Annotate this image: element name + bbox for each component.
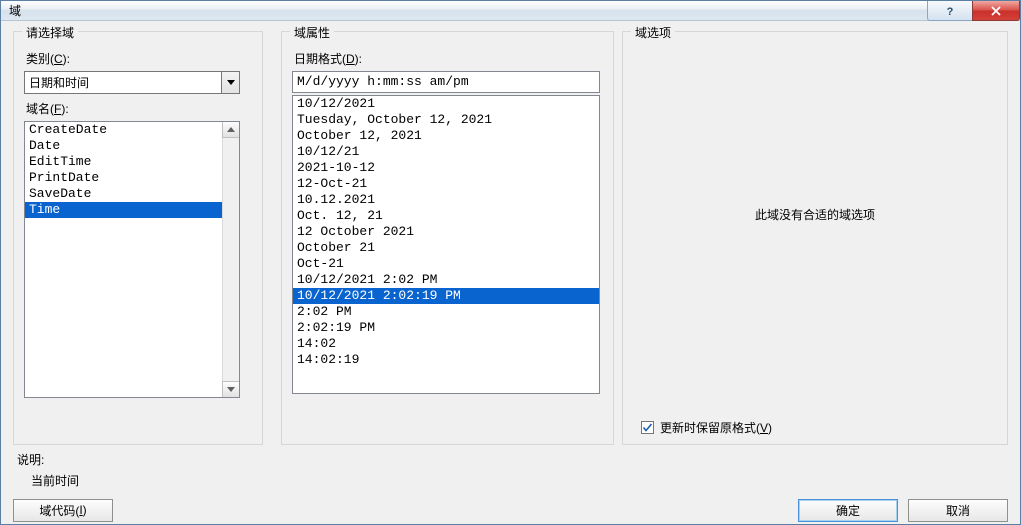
format-item[interactable]: Oct. 12, 21 <box>293 208 599 224</box>
fieldname-item[interactable]: Time <box>25 202 222 218</box>
field-options-group: 域选项 此域没有合适的域选项 更新时保留原格式(V) <box>622 31 1008 445</box>
fieldname-item[interactable]: PrintDate <box>25 170 222 186</box>
fieldname-label: 域名(F): <box>26 100 252 117</box>
fieldname-item[interactable]: CreateDate <box>25 122 222 138</box>
format-item[interactable]: October 12, 2021 <box>293 128 599 144</box>
close-button[interactable] <box>972 1 1020 21</box>
ok-button[interactable]: 确定 <box>798 499 898 522</box>
description-value: 当前时间 <box>17 472 273 489</box>
titlebar-controls: ? <box>928 1 1020 21</box>
date-format-input[interactable] <box>292 71 600 93</box>
format-item[interactable]: 10/12/2021 2:02:19 PM <box>293 288 599 304</box>
fieldname-item[interactable]: Date <box>25 138 222 154</box>
window-title: 域 <box>9 2 21 19</box>
format-item[interactable]: 12 October 2021 <box>293 224 599 240</box>
close-icon <box>990 5 1002 17</box>
field-properties-group: 域属性 日期格式(D): 10/12/2021Tuesday, October … <box>281 31 614 445</box>
help-icon: ? <box>944 5 956 17</box>
format-item[interactable]: 2:02:19 PM <box>293 320 599 336</box>
category-combo[interactable]: 日期和时间 <box>24 71 240 94</box>
preserve-format-checkbox-row: 更新时保留原格式(V) <box>641 419 772 436</box>
format-item[interactable]: 10/12/2021 <box>293 96 599 112</box>
help-button[interactable]: ? <box>927 1 973 21</box>
cancel-button[interactable]: 取消 <box>908 499 1008 522</box>
fieldname-item[interactable]: EditTime <box>25 154 222 170</box>
combo-dropdown-button[interactable] <box>221 72 239 93</box>
category-label: 类别(C): <box>26 50 252 67</box>
scroll-down-button[interactable] <box>222 381 240 398</box>
scrollbar[interactable] <box>222 122 239 397</box>
format-item[interactable]: 14:02 <box>293 336 599 352</box>
scroll-track[interactable] <box>223 139 239 380</box>
format-item[interactable]: 2021-10-12 <box>293 160 599 176</box>
svg-text:?: ? <box>947 6 954 17</box>
button-bar: 域代码(I) 确定 取消 <box>1 497 1020 524</box>
format-item[interactable]: 14:02:19 <box>293 352 599 368</box>
format-item[interactable]: Tuesday, October 12, 2021 <box>293 112 599 128</box>
choose-field-legend: 请选择域 <box>22 24 78 41</box>
no-options-message: 此域没有合适的域选项 <box>755 206 875 223</box>
chevron-up-icon <box>227 127 235 132</box>
titlebar[interactable]: 域 ? <box>1 1 1020 21</box>
content-area: 请选择域 类别(C): 日期和时间 域名(F): CreateDateDateE… <box>1 21 1020 497</box>
chevron-down-icon <box>227 80 235 85</box>
field-options-legend: 域选项 <box>631 24 675 41</box>
date-format-list[interactable]: 10/12/2021Tuesday, October 12, 2021Octob… <box>292 95 600 394</box>
preserve-format-checkbox[interactable] <box>641 421 654 434</box>
fieldname-item[interactable]: SaveDate <box>25 186 222 202</box>
description-title: 说明: <box>17 451 273 468</box>
format-item[interactable]: 10.12.2021 <box>293 192 599 208</box>
format-item[interactable]: 10/12/21 <box>293 144 599 160</box>
preserve-format-label: 更新时保留原格式(V) <box>660 419 772 436</box>
format-item[interactable]: 10/12/2021 2:02 PM <box>293 272 599 288</box>
category-value: 日期和时间 <box>25 74 221 91</box>
date-format-label: 日期格式(D): <box>294 50 603 67</box>
choose-field-group: 请选择域 类别(C): 日期和时间 域名(F): CreateDateDateE… <box>13 31 263 445</box>
description-block: 说明: 当前时间 <box>13 451 273 489</box>
field-codes-button[interactable]: 域代码(I) <box>13 499 113 522</box>
format-item[interactable]: 12-Oct-21 <box>293 176 599 192</box>
fieldname-listbox[interactable]: CreateDateDateEditTimePrintDateSaveDateT… <box>24 121 240 398</box>
chevron-down-icon <box>227 387 235 392</box>
dialog-window: 域 ? 请选择域 类别(C): 日期 <box>0 0 1021 525</box>
format-item[interactable]: October 21 <box>293 240 599 256</box>
check-icon <box>642 422 653 433</box>
format-item[interactable]: Oct-21 <box>293 256 599 272</box>
format-item[interactable]: 2:02 PM <box>293 304 599 320</box>
field-properties-legend: 域属性 <box>290 24 334 41</box>
scroll-up-button[interactable] <box>222 121 240 138</box>
